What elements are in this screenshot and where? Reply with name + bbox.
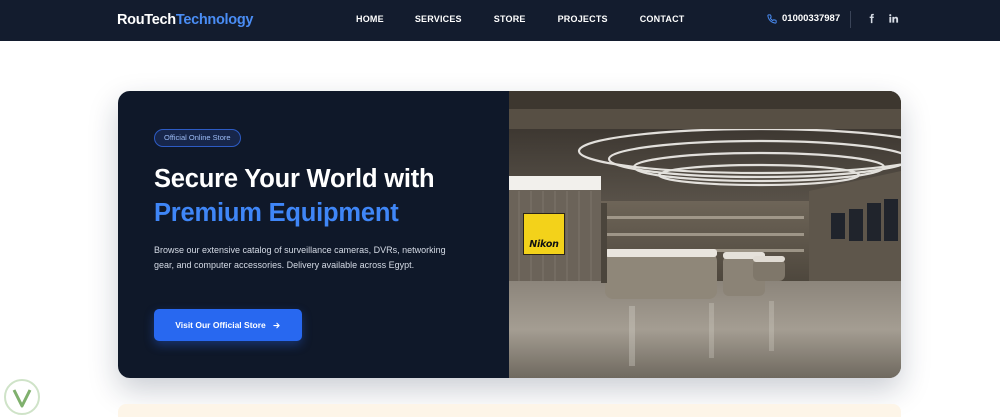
phone-link[interactable]: 01000337987 <box>767 12 840 26</box>
visit-store-button[interactable]: Visit Our Official Store <box>154 309 302 341</box>
corner-badge-icon <box>2 377 42 417</box>
facebook-icon[interactable] <box>866 13 877 24</box>
top-navbar: RouTechTechnology HOME SERVICES STORE PR… <box>0 0 1000 41</box>
brand-name-part2: Technology <box>175 12 254 28</box>
brand-name-part1: RouTech <box>117 12 176 28</box>
visit-store-button-label: Visit Our Official Store <box>175 320 266 330</box>
hero-description: Browse our extensive catalog of surveill… <box>154 245 446 270</box>
next-section-preview <box>118 404 901 417</box>
store-photo: Nikon <box>509 91 901 378</box>
linkedin-icon[interactable] <box>888 13 899 24</box>
nav-divider <box>850 11 851 28</box>
nav-item-projects[interactable]: PROJECTS <box>558 13 608 25</box>
store-interior-image <box>509 91 901 378</box>
nav-item-store[interactable]: STORE <box>494 13 526 25</box>
arrow-right-icon <box>272 321 281 330</box>
brand-logo[interactable]: RouTechTechnology <box>117 11 253 29</box>
main-nav: HOME SERVICES STORE PROJECTS CONTACT <box>356 13 684 25</box>
hero-card: Official Online Store Secure Your World … <box>118 91 901 378</box>
hero-content: Official Online Store Secure Your World … <box>118 91 509 378</box>
nav-item-services[interactable]: SERVICES <box>415 13 462 25</box>
phone-number: 01000337987 <box>782 13 841 24</box>
hero-headline-accent: Premium Equipment <box>154 199 399 227</box>
phone-icon <box>767 14 777 24</box>
hero-headline: Secure Your World with <box>154 165 435 193</box>
store-badge: Official Online Store <box>154 129 241 147</box>
nikon-sign-text: Nikon <box>529 239 559 250</box>
nav-item-home[interactable]: HOME <box>356 13 384 25</box>
nav-item-contact[interactable]: CONTACT <box>640 13 685 25</box>
nikon-sign: Nikon <box>523 213 565 255</box>
page: RouTechTechnology HOME SERVICES STORE PR… <box>0 0 1000 417</box>
